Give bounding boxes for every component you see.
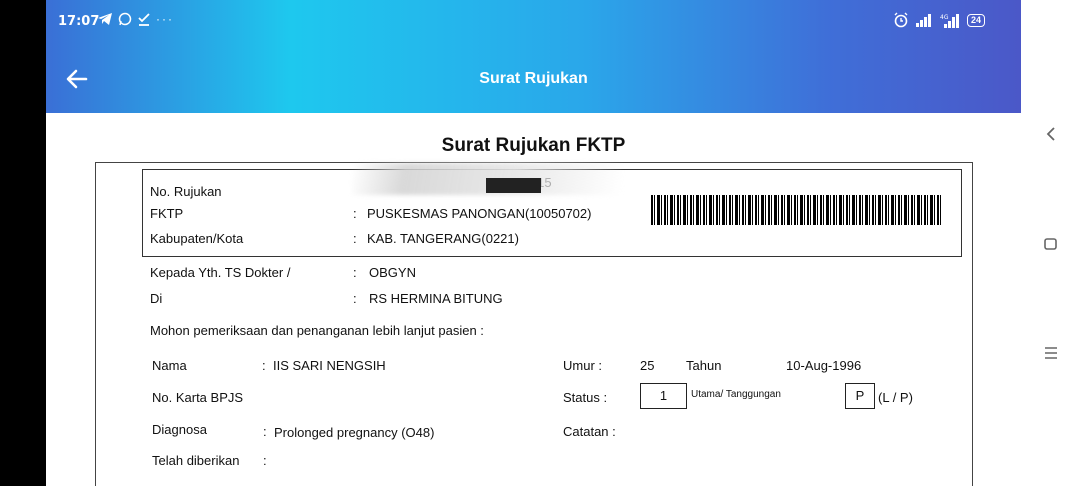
diberikan-label: Telah diberikan — [152, 453, 240, 468]
nav-menu-icon[interactable] — [1041, 345, 1061, 361]
status-description: Utama/ Tanggungan — [691, 389, 781, 400]
fktp-separator: : — [353, 206, 357, 221]
diberikan-separator: : — [263, 453, 267, 468]
nama-label: Nama — [152, 358, 187, 373]
di-value: RS HERMINA BITUNG — [369, 291, 503, 306]
kabupaten-separator: : — [353, 231, 357, 246]
no-rujukan-label: No. Rujukan — [150, 184, 222, 199]
telegram-icon — [98, 13, 112, 25]
referral-document: Surat Rujukan FKTP No. Rujukan 1093815 F… — [46, 113, 1021, 486]
diagnosa-separator: : — [263, 424, 267, 439]
status-label: Status : — [563, 390, 608, 405]
gender-value-box: P — [845, 383, 875, 409]
redaction-block — [486, 178, 541, 193]
status-time: 17:07 — [58, 14, 100, 29]
download-done-icon — [138, 13, 150, 26]
alarm-icon — [894, 12, 908, 28]
kabupaten-label: Kabupaten/Kota — [150, 231, 244, 246]
status-value-box: 1 — [640, 383, 687, 409]
nav-back-icon[interactable] — [1041, 126, 1061, 142]
whatsapp-icon — [118, 12, 132, 26]
navigation-bar — [1021, 0, 1080, 486]
referral-barcode — [651, 195, 941, 225]
status-bar: 17:07 ··· 4G 24 — [46, 0, 1021, 44]
phone-screen: 17:07 ··· 4G 24 Surat Rujukan Surat Ruju… — [46, 0, 1021, 486]
umur-label: Umur : — [563, 358, 602, 373]
intro-text: Mohon pemeriksaan dan penanganan lebih l… — [150, 323, 484, 338]
kepada-label: Kepada Yth. TS Dokter / — [150, 265, 291, 280]
birth-date: 10-Aug-1996 — [786, 358, 862, 373]
signal-icon — [915, 14, 931, 27]
nav-home-icon[interactable] — [1041, 236, 1061, 252]
document-title: Surat Rujukan FKTP — [441, 135, 626, 156]
di-separator: : — [353, 291, 357, 306]
nama-value-prefix: : — [262, 358, 266, 373]
app-bar-title: Surat Rujukan — [479, 70, 588, 87]
fktp-value: PUSKESMAS PANONGAN(10050702) — [367, 206, 592, 221]
kepada-value: OBGYN — [369, 265, 416, 280]
svg-text:4G: 4G — [940, 14, 949, 21]
battery-icon: 24 — [966, 13, 985, 27]
signal-4g-icon: 4G — [940, 14, 959, 28]
kepada-separator: : — [353, 265, 357, 280]
more-notifications-icon: ··· — [156, 12, 174, 26]
diagnosa-label: Diagnosa — [152, 422, 207, 437]
catatan-label: Catatan : — [563, 424, 616, 439]
umur-value: 25 — [640, 358, 655, 373]
diagnosa-value: Prolonged pregnancy (O48) — [274, 425, 435, 440]
di-label: Di — [150, 291, 163, 306]
gender-options: (L / P) — [878, 390, 913, 405]
kabupaten-value: KAB. TANGERANG(0221) — [367, 231, 519, 246]
battery-level: 24 — [970, 14, 981, 25]
kartu-bpjs-label: No. Karta BPJS — [152, 390, 244, 405]
app-header: 17:07 ··· 4G 24 Surat Rujukan — [46, 0, 1021, 113]
umur-unit: Tahun — [686, 358, 722, 373]
nama-value: IIS SARI NENGSIH — [273, 358, 386, 373]
fktp-label: FKTP — [150, 206, 184, 221]
